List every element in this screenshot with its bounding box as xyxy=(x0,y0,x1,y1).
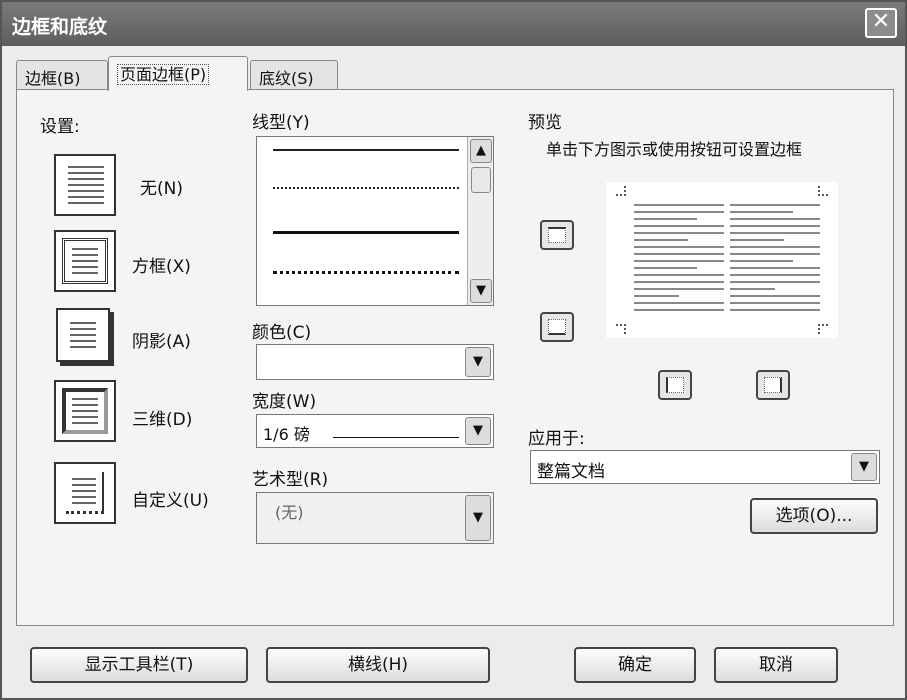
title-bar: 边框和底纹 ✕ xyxy=(2,2,905,46)
scroll-down-icon[interactable]: ▼ xyxy=(470,279,492,303)
left-border-icon xyxy=(666,377,684,393)
apply-to-label: 应用于: xyxy=(528,429,585,449)
apply-to-select[interactable]: 整篇文档 ▼ xyxy=(530,450,880,484)
settings-heading: 设置: xyxy=(40,117,80,137)
page-none-icon[interactable] xyxy=(54,154,116,216)
width-value: 1/6 磅 xyxy=(263,425,310,444)
line-style-thick-dotted[interactable] xyxy=(273,271,459,274)
preview-column-left xyxy=(634,204,724,316)
setting-3d-label[interactable]: 三维(D) xyxy=(132,405,192,430)
horizontal-line-button[interactable]: 横线(H) xyxy=(266,647,490,683)
apply-to-value: 整篇文档 xyxy=(537,462,605,482)
bottom-border-button[interactable] xyxy=(540,312,574,342)
scroll-up-icon[interactable]: ▲ xyxy=(470,139,492,163)
width-sample-line xyxy=(333,437,459,438)
setting-shadow-label[interactable]: 阴影(A) xyxy=(132,327,191,352)
left-border-button[interactable] xyxy=(658,370,692,400)
line-style-label: 线型(Y) xyxy=(252,113,310,133)
chevron-down-icon[interactable]: ▼ xyxy=(465,417,491,445)
page-shadow-icon[interactable] xyxy=(54,306,116,368)
bottom-border-icon xyxy=(548,319,566,335)
tab-page-border[interactable]: 页面边框(P) xyxy=(108,56,248,91)
line-style-list[interactable]: ▲ ▼ xyxy=(256,136,494,306)
scroll-thumb[interactable] xyxy=(471,167,491,193)
tab-label: 页面边框(P) xyxy=(117,64,210,85)
line-style-scrollbar[interactable]: ▲ ▼ xyxy=(467,137,493,305)
art-select[interactable]: (无) ▼ xyxy=(256,492,494,544)
chevron-down-icon[interactable]: ▼ xyxy=(851,453,877,481)
line-style-thin[interactable] xyxy=(273,149,459,151)
right-border-icon xyxy=(764,377,782,393)
setting-custom-label[interactable]: 自定义(U) xyxy=(132,486,209,511)
ok-button[interactable]: 确定 xyxy=(574,647,696,683)
setting-box-label[interactable]: 方框(X) xyxy=(132,252,191,277)
preview-heading: 预览 xyxy=(528,113,562,133)
right-border-button[interactable] xyxy=(756,370,790,400)
width-select[interactable]: 1/6 磅 ▼ xyxy=(256,414,494,448)
page-3d-icon[interactable] xyxy=(54,380,116,442)
dialog-title: 边框和底纹 xyxy=(12,16,108,38)
preview-area[interactable] xyxy=(606,182,838,338)
show-toolbar-button[interactable]: 显示工具栏(T) xyxy=(30,647,248,683)
art-value: (无) xyxy=(275,503,304,522)
page-custom-icon[interactable] xyxy=(54,462,116,524)
color-select[interactable]: ▼ xyxy=(256,344,494,380)
tab-label: 边框(B) xyxy=(25,69,81,88)
width-label: 宽度(W) xyxy=(252,392,317,412)
tab-shading[interactable]: 底纹(S) xyxy=(250,60,338,90)
setting-none-label[interactable]: 无(N) xyxy=(140,174,183,199)
art-label: 艺术型(R) xyxy=(252,470,329,490)
color-label: 颜色(C) xyxy=(252,323,312,343)
line-style-dotted[interactable] xyxy=(273,187,459,189)
close-button[interactable]: ✕ xyxy=(865,8,897,38)
top-border-button[interactable] xyxy=(540,220,574,250)
close-icon: ✕ xyxy=(871,9,891,34)
line-style-thick[interactable] xyxy=(273,231,459,234)
borders-shading-dialog: 边框和底纹 ✕ 边框(B) 页面边框(P) 底纹(S) 设置: 无(N) 方框(… xyxy=(0,0,907,700)
cancel-button[interactable]: 取消 xyxy=(714,647,838,683)
preview-column-right xyxy=(730,204,820,316)
chevron-down-icon[interactable]: ▼ xyxy=(465,495,491,541)
top-border-icon xyxy=(548,227,566,243)
chevron-down-icon[interactable]: ▼ xyxy=(465,347,491,377)
page-box-icon[interactable] xyxy=(54,230,116,292)
options-button[interactable]: 选项(O)... xyxy=(750,498,878,534)
preview-hint: 单击下方图示或使用按钮可设置边框 xyxy=(546,140,803,159)
tab-label: 底纹(S) xyxy=(259,69,314,88)
tab-borders[interactable]: 边框(B) xyxy=(16,60,108,90)
